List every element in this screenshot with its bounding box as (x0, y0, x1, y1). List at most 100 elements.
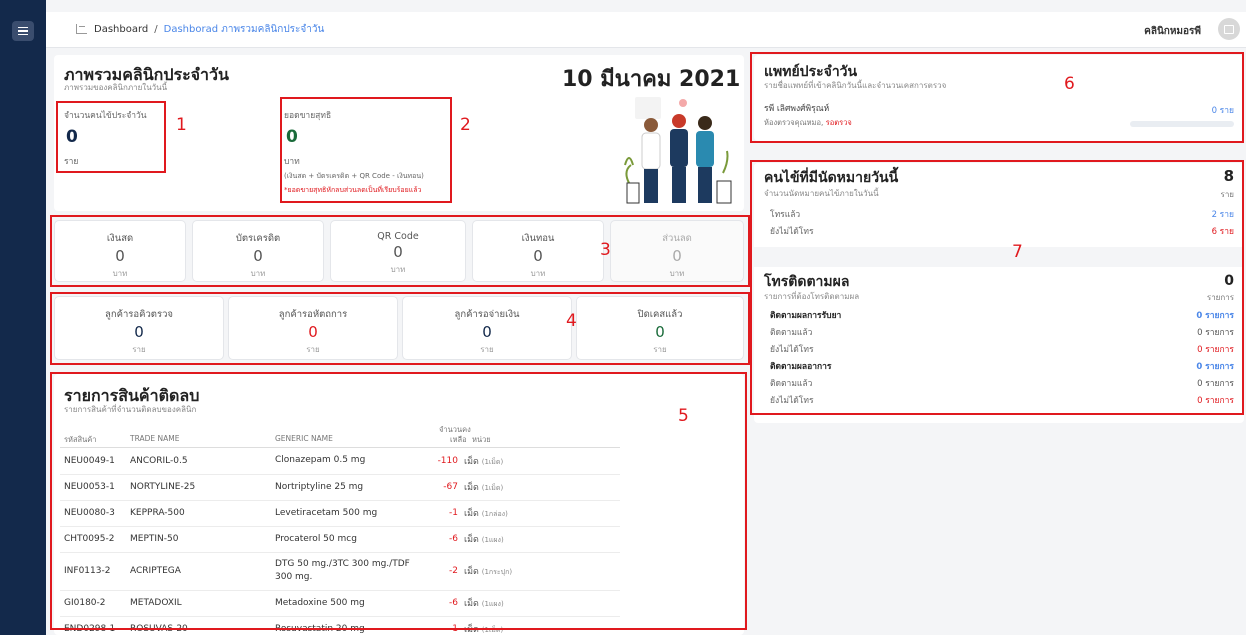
cell-unit: เม็ด (464, 625, 479, 635)
table-row: END0298-1 ROSUVAS-20 Rosuvastatin 20 mg -1 เ… (60, 616, 620, 635)
cell-pack: (1เม็ด) (481, 484, 504, 492)
followup-row-label: ติดตามผลอาการ (770, 362, 832, 372)
followup-row-value: 0 รายการ (1197, 345, 1234, 355)
cell-remaining: -6 (430, 526, 464, 553)
cell-trade-name: ACRIPTEGA (130, 552, 275, 591)
followup-total: 0 (1224, 273, 1234, 289)
cell-remaining: -2 (430, 552, 464, 591)
payment-value: 0 (672, 247, 682, 265)
appointment-row-label: ยังไม่ได้โทร (770, 227, 814, 237)
payment-label: ส่วนลด (662, 233, 692, 244)
queue-waiting-procedure[interactable]: ลูกค้ารอหัตถการ 0 ราย (228, 296, 398, 360)
cell-generic-name: Procaterol 50 mcg (275, 526, 430, 553)
chart-icon (76, 24, 87, 34)
doctor-progress-bar (1130, 121, 1234, 127)
user-name: คลินิกหมอรพี (1144, 26, 1201, 37)
appointment-row-value: 6 ราย (1211, 227, 1234, 237)
doctors-illustration (624, 97, 732, 204)
col-remaining-2: เหลือ (450, 435, 467, 444)
net-sales-note: *ยอดขายสุทธิหักลบส่วนลดเป็นที่เรียบร้อยแ… (284, 186, 422, 194)
cell-pack: (1แผง) (481, 600, 504, 608)
appointments-subtitle: จำนวนนัดหมายคนไข้ภายในวันนี้ (764, 189, 879, 198)
followup-row-value: 0 รายการ (1196, 311, 1234, 321)
divider (754, 247, 1244, 267)
cell-generic-name: Rosuvastatin 20 mg (275, 616, 430, 635)
avatar[interactable] (1218, 18, 1240, 40)
cell-generic-name: Clonazepam 0.5 mg (275, 448, 430, 475)
stock-subtitle: รายการสินค้าที่จำนวนติดลบของคลินิก (64, 405, 197, 414)
queue-waiting-exam[interactable]: ลูกค้ารอคิวตรวจ 0 ราย (54, 296, 224, 360)
followup-row-value: 0 รายการ (1196, 362, 1234, 372)
cell-generic-name: Levetiracetam 500 mg (275, 500, 430, 527)
cell-trade-name: KEPPRA-500 (130, 500, 275, 527)
doctor-status-line: ห้องตรวจคุณหมอ, รอตรวจ (764, 117, 852, 129)
annotation-number-7: 7 (1012, 242, 1023, 262)
annotation-number-1: 1 (176, 115, 187, 135)
cell-unit: เม็ด (464, 456, 479, 467)
queue-label: ปิดเคสแล้ว (637, 309, 683, 320)
annotation-number-2: 2 (460, 115, 471, 135)
cell-unit: เม็ด (464, 483, 479, 493)
cell-code: END0298-1 (60, 616, 130, 635)
payment-cash: เงินสด 0 บาท (54, 220, 186, 282)
payment-unit: บาท (530, 269, 546, 278)
cell-code: NEU0049-1 (60, 448, 130, 475)
top-bar: Dashboard / Dashborad ภาพรวมคลินิกประจำว… (46, 12, 1246, 48)
payment-discount: ส่วนลด 0 บาท (610, 220, 744, 282)
cell-code: CHT0095-2 (60, 526, 130, 553)
overview-date: 10 มีนาคม 2021 (562, 67, 741, 92)
cell-pack: (1แผง) (481, 536, 504, 544)
queue-unit: ราย (132, 345, 146, 354)
followup-subtitle: รายการที่ต้องโทรติดตามผล (764, 292, 860, 301)
doctor-status: รอตรวจ (825, 118, 852, 127)
col-code: รหัสสินค้า (64, 435, 97, 444)
appointment-row-value: 2 ราย (1211, 210, 1234, 220)
queue-value: 0 (482, 323, 492, 341)
queue-closed[interactable]: ปิดเคสแล้ว 0 ราย (576, 296, 744, 360)
cell-unit: เม็ด (464, 535, 479, 545)
breadcrumb-separator: / (154, 24, 158, 35)
cell-unit: เม็ด (464, 567, 479, 577)
doctor-room: ห้องตรวจคุณหมอ, (764, 118, 826, 127)
appointments-card: คนไข้ที่มีนัดหมายวันนี้ จำนวนนัดหมายคนไข… (754, 163, 1244, 423)
payment-change: เงินทอน 0 บาท (472, 220, 604, 282)
net-sales-formula: (เงินสด + บัตรเครดิต + QR Code - เงินทอน… (284, 172, 424, 180)
cell-remaining: -67 (430, 474, 464, 501)
table-row: INF0113-2 ACRIPTEGA DTG 50 mg./3TC 300 mg.… (60, 552, 620, 591)
cell-trade-name: METADOXIL (130, 590, 275, 617)
payment-unit: บาท (112, 269, 128, 278)
breadcrumb-home[interactable]: Dashboard (94, 24, 148, 35)
payment-unit: บาท (390, 265, 406, 274)
col-generic-name: GENERIC NAME (275, 434, 333, 443)
cell-code: INF0113-2 (60, 552, 130, 591)
payment-credit-card: บัตรเครดิต 0 บาท (192, 220, 324, 282)
payment-qr-code: QR Code 0 บาท (330, 220, 466, 282)
cell-code: NEU0080-3 (60, 500, 130, 527)
payment-label: เงินทอน (521, 233, 555, 244)
patients-value: 0 (66, 127, 78, 147)
cell-pack: (1เม็ด) (481, 626, 504, 634)
cell-trade-name: ANCORIL-0.5 (130, 448, 275, 475)
patients-label: จำนวนคนไข้ประจำวัน (64, 111, 147, 121)
payment-unit: บาท (669, 269, 685, 278)
queue-unit: ราย (653, 345, 667, 354)
queue-waiting-payment[interactable]: ลูกค้ารอจ่ายเงิน 0 ราย (402, 296, 572, 360)
overview-card: ภาพรวมคลินิกประจำวัน ภาพรวมของคลินิกภายใ… (54, 55, 744, 211)
payment-value: 0 (393, 243, 403, 261)
col-unit: หน่วย (472, 435, 491, 444)
payment-label: เงินสด (106, 233, 134, 244)
breadcrumb-current[interactable]: Dashborad ภาพรวมคลินิกประจำวัน (164, 22, 325, 37)
cell-remaining: -1 (430, 616, 464, 635)
doctor-name: รพี เลิศพงศ์พิรุณห์ (764, 104, 830, 114)
menu-icon[interactable] (12, 21, 34, 41)
table-row: GI0180-2 METADOXIL Metadoxine 500 mg -6 เม็ด… (60, 590, 620, 617)
doctor-card: แพทย์ประจำวัน รายชื่อแพทย์ที่เข้าคลินิกว… (754, 55, 1244, 141)
queue-unit: ราย (480, 345, 494, 354)
cell-unit: เม็ด (464, 509, 479, 519)
followup-row-label: ติดตามแล้ว (770, 379, 813, 389)
cell-code: NEU0053-1 (60, 474, 130, 501)
cell-code: GI0180-2 (60, 590, 130, 617)
overview-subtitle: ภาพรวมของคลินิกภายในวันนี้ (64, 83, 168, 92)
followup-row-label: ยังไม่ได้โทร (770, 345, 814, 355)
queue-label: ลูกค้ารอหัตถการ (278, 309, 348, 320)
